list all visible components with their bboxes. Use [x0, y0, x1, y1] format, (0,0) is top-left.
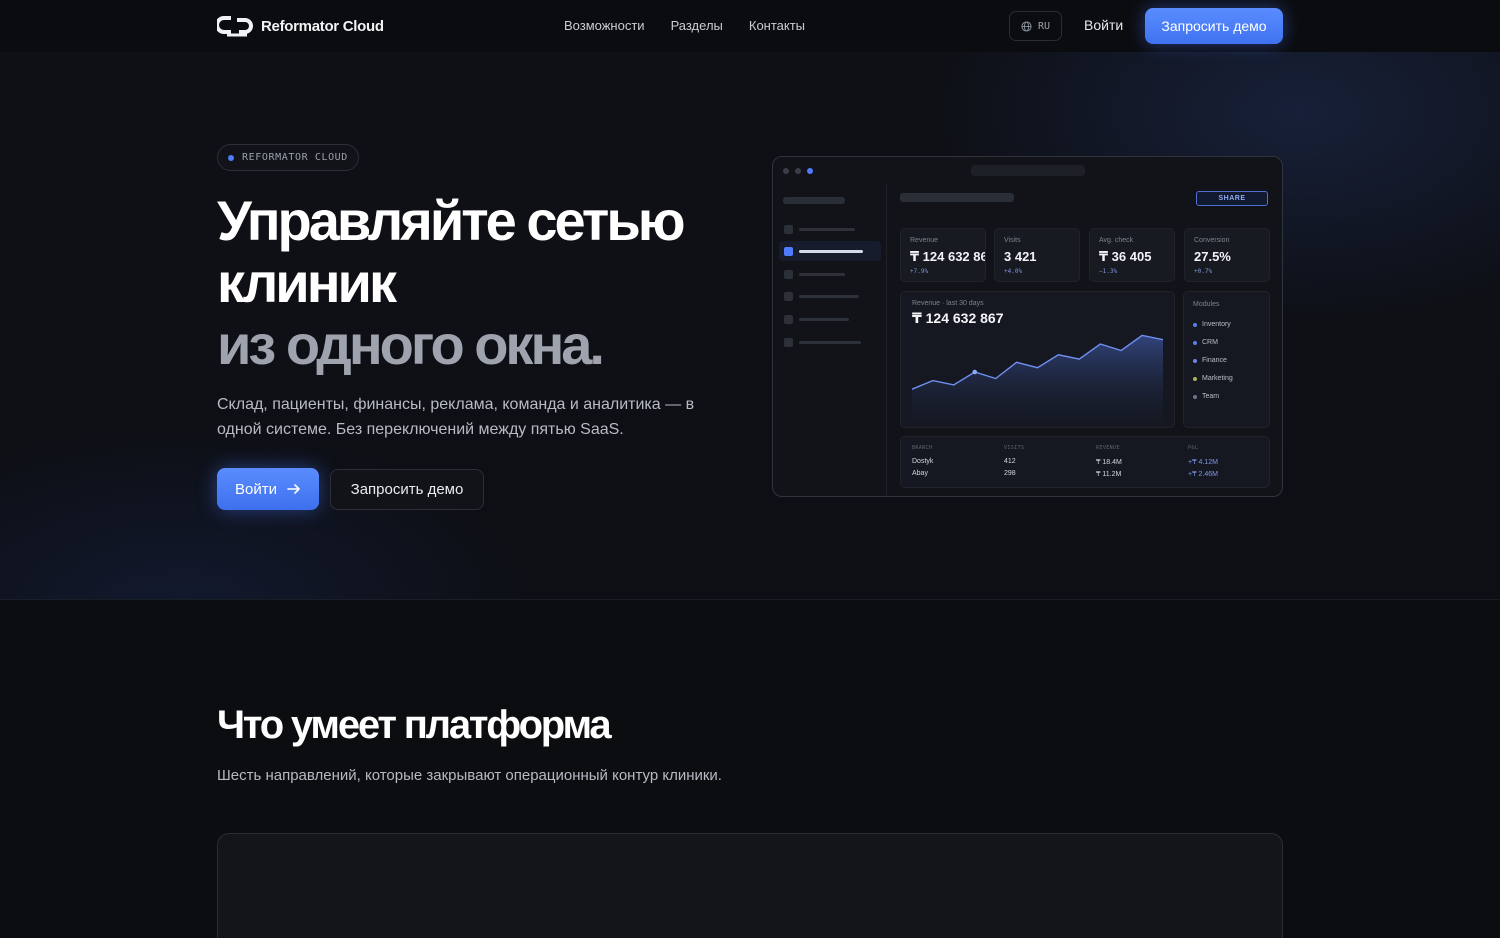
sidebar-item — [779, 332, 881, 352]
brand-logo[interactable]: Reformator Cloud — [217, 15, 384, 37]
module-label: Finance — [1202, 357, 1227, 364]
chart-value: ₸ 124 632 867 — [912, 310, 1004, 326]
dashboard-sidebar — [773, 183, 887, 496]
hero-title: Управляйте сетью клиник из одного окна. — [217, 190, 757, 376]
hero-title-line-2: клиник — [217, 251, 397, 314]
module-inventory: Inventory — [1193, 321, 1231, 328]
kpi-conversion: Conversion 27.5% +0.7% — [1184, 228, 1270, 282]
kpi-revenue: Revenue ₸ 124 632 867 +7.9% — [900, 228, 986, 282]
url-bar-placeholder — [971, 165, 1085, 176]
language-code: RU — [1037, 20, 1051, 32]
hero-subtitle: Склад, пациенты, финансы, реклама, коман… — [217, 396, 695, 438]
module-dot — [1193, 394, 1197, 399]
hero-title-line-3: из одного окна. — [217, 313, 605, 376]
modules-title: Modules — [1193, 301, 1220, 308]
module-finance: Finance — [1193, 357, 1227, 364]
kpi-label: Conversion — [1194, 237, 1230, 244]
kpi-delta: +4.0% — [1004, 268, 1023, 275]
branches-table: BRANCH VISITS REVENUE P&L Dostyk 412 ₸ 1… — [900, 436, 1270, 488]
kpi-label: Visits — [1004, 237, 1021, 244]
arrow-right-icon — [287, 484, 300, 494]
module-marketing: Marketing — [1193, 375, 1233, 382]
window-dot — [783, 168, 789, 174]
table-header: P&L — [1188, 445, 1199, 451]
module-label: Inventory — [1202, 321, 1231, 328]
nav-link-contacts[interactable]: Контакты — [749, 18, 805, 33]
nav-link-sections[interactable]: Разделы — [671, 18, 723, 33]
revenue-chart-card: Revenue · last 30 days ₸ 124 632 867 — [900, 291, 1175, 428]
modules-card: Modules Inventory CRM Finance Marketing … — [1183, 291, 1270, 428]
kpi-label: Revenue — [910, 237, 939, 244]
logo-icon — [217, 16, 253, 37]
nav-link-features[interactable]: Возможности — [564, 18, 645, 33]
top-navbar: Reformator Cloud Возможности Разделы Кон… — [0, 0, 1500, 52]
table-header: BRANCH — [912, 445, 933, 451]
kpi-value: 27.5% — [1194, 249, 1231, 264]
table-cell: Abay — [912, 470, 928, 477]
sidebar-item — [779, 309, 881, 329]
hero-request-demo-button[interactable]: Запросить демо — [330, 469, 484, 510]
feature-card — [217, 833, 1283, 938]
request-demo-button-nav[interactable]: Запросить демо — [1145, 8, 1283, 44]
window-dot — [795, 168, 801, 174]
table-cell: Dostyk — [912, 458, 934, 465]
module-dot — [1193, 376, 1197, 381]
kpi-label: Avg. check — [1099, 237, 1134, 244]
language-switcher[interactable]: RU — [1009, 11, 1062, 41]
globe-icon — [1021, 20, 1032, 32]
table-cell: 412 — [1004, 458, 1016, 465]
badge-dot — [228, 154, 234, 161]
table-cell: 298 — [1004, 470, 1016, 477]
chart-label: Revenue · last 30 days — [912, 300, 984, 307]
chart-point — [972, 369, 978, 375]
module-team: Team — [1193, 393, 1219, 400]
module-label: Marketing — [1202, 375, 1233, 382]
table-header: REVENUE — [1096, 445, 1120, 451]
sidebar-item — [779, 286, 881, 306]
kpi-visits: Visits 3 421 +4.0% — [994, 228, 1080, 282]
hero-badge: REFORMATOR CLOUD — [217, 144, 359, 171]
kpi-value: ₸ 36 405 — [1099, 249, 1152, 264]
kpi-delta: +7.9% — [910, 268, 929, 275]
hero-login-label: Войти — [235, 480, 277, 498]
table-cell: ₸ 11.2M — [1096, 471, 1122, 478]
dashboard-preview: SHARE Revenue ₸ 124 632 867 +7.9% Visits… — [772, 156, 1283, 497]
sidebar-item — [779, 264, 881, 284]
hero-title-line-1: Управляйте сетью — [217, 189, 686, 252]
sidebar-header-placeholder — [783, 197, 845, 204]
module-dot — [1193, 358, 1197, 363]
table-cell: +₸ 4.12M — [1188, 459, 1218, 466]
module-dot — [1193, 340, 1197, 345]
share-button: SHARE — [1196, 191, 1268, 206]
module-crm: CRM — [1193, 339, 1218, 346]
section-subtitle: Шесть направлений, которые закрывают опе… — [217, 767, 722, 784]
kpi-avg-check: Avg. check ₸ 36 405 −1.3% — [1089, 228, 1175, 282]
login-link[interactable]: Войти — [1084, 17, 1123, 33]
section-title: Что умеет платформа — [217, 703, 612, 747]
window-titlebar — [773, 157, 1282, 183]
sidebar-item-active — [779, 241, 881, 261]
kpi-delta: −1.3% — [1099, 268, 1118, 275]
kpi-value: ₸ 124 632 867 — [910, 249, 985, 264]
brand-name: Reformator Cloud — [261, 17, 384, 35]
table-cell: +₸ 2.46M — [1188, 471, 1218, 478]
badge-text: REFORMATOR CLOUD — [242, 152, 348, 163]
hero-login-button[interactable]: Войти — [217, 468, 319, 510]
kpi-value: 3 421 — [1004, 249, 1037, 264]
window-dot-active — [807, 168, 813, 174]
chart-area — [912, 335, 1163, 422]
dashboard-heading-placeholder — [900, 193, 1014, 202]
nav-links: Возможности Разделы Контакты — [564, 18, 805, 33]
module-dot — [1193, 322, 1197, 327]
sidebar-item — [779, 219, 881, 239]
table-header: VISITS — [1004, 445, 1025, 451]
module-label: CRM — [1202, 339, 1218, 346]
table-cell: ₸ 18.4M — [1096, 459, 1122, 466]
module-label: Team — [1202, 393, 1220, 400]
kpi-delta: +0.7% — [1194, 268, 1213, 275]
